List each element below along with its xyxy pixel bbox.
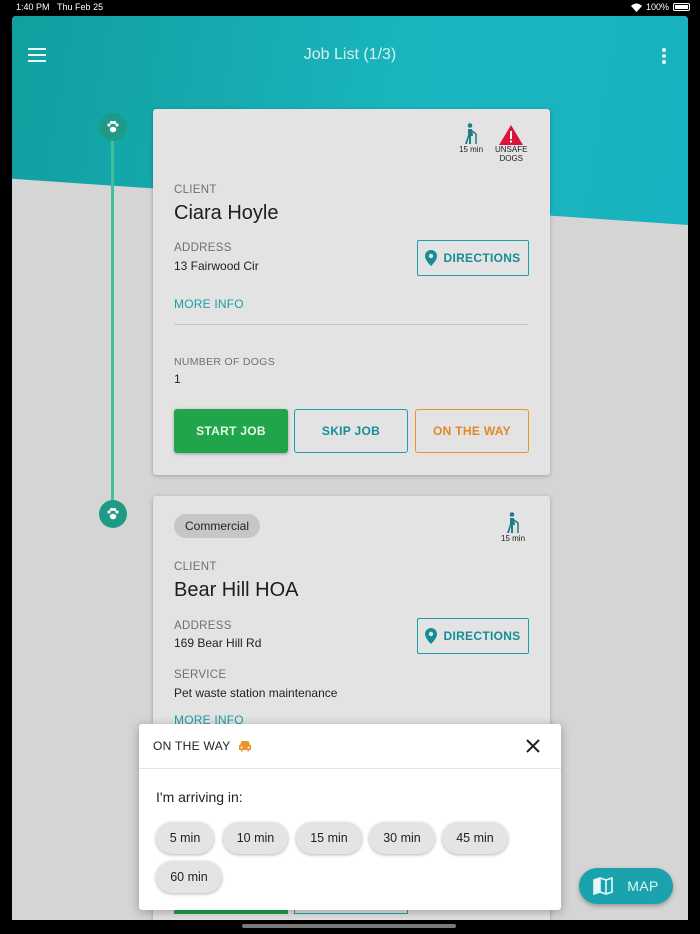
dialog-header: ON THE WAY	[139, 724, 561, 769]
divider	[174, 324, 528, 325]
address-value: 13 Fairwood Cir	[174, 259, 259, 273]
commercial-tag: Commercial	[174, 514, 261, 538]
status-bar: 1:40 PM Thu Feb 25 100%	[0, 0, 700, 14]
warning-icon	[499, 125, 524, 145]
directions-label: DIRECTIONS	[443, 629, 521, 643]
battery-percent: 100%	[645, 2, 669, 12]
time-option-10[interactable]: 10 min	[223, 822, 288, 854]
status-right: 100%	[630, 2, 690, 12]
more-info-link[interactable]: MORE INFO	[174, 297, 244, 311]
dogs-value: 1	[174, 372, 181, 386]
dialog-title: ON THE WAY	[153, 739, 231, 753]
on-the-way-dialog: ON THE WAY I'm arriving in: 5 min 10 min…	[139, 724, 561, 910]
paw-icon	[99, 113, 127, 141]
map-label: MAP	[627, 878, 659, 894]
time-option-15[interactable]: 15 min	[296, 822, 362, 854]
service-value: Pet waste station maintenance	[174, 686, 338, 700]
client-label: CLIENT	[174, 184, 217, 196]
unsafe-dogs-badge: UNSAFE DOGS	[495, 125, 527, 163]
client-name: Ciara Hoyle	[174, 202, 279, 224]
address-value: 169 Bear Hill Rd	[174, 636, 262, 650]
time-option-45[interactable]: 45 min	[442, 822, 508, 854]
location-pin-icon	[425, 628, 438, 644]
service-label: SERVICE	[174, 669, 227, 681]
battery-icon	[673, 3, 690, 11]
directions-label: DIRECTIONS	[443, 251, 521, 265]
duration-label: 15 min	[501, 534, 526, 543]
map-button[interactable]: MAP	[579, 868, 673, 904]
app-screen: Job List (1/3) 15 min UNSAFE DOGS CLIENT…	[12, 16, 688, 920]
location-pin-icon	[425, 250, 438, 266]
directions-button[interactable]: DIRECTIONS	[417, 240, 529, 276]
car-icon	[239, 741, 251, 752]
time-option-30[interactable]: 30 min	[369, 822, 435, 854]
directions-button[interactable]: DIRECTIONS	[417, 618, 529, 654]
walker-icon	[465, 123, 477, 144]
wifi-icon	[630, 3, 642, 12]
arriving-prompt: I'm arriving in:	[156, 789, 243, 805]
time-option-5[interactable]: 5 min	[156, 822, 214, 854]
walker-icon	[507, 512, 519, 533]
duration-badge: 15 min	[459, 123, 483, 154]
skip-job-button[interactable]: SKIP JOB	[294, 409, 408, 453]
duration-badge: 15 min	[501, 512, 525, 543]
time-option-60[interactable]: 60 min	[156, 861, 222, 893]
timeline-line	[111, 140, 114, 514]
dogs-label: NUMBER OF DOGS	[174, 356, 276, 368]
close-icon[interactable]	[525, 738, 541, 754]
address-label: ADDRESS	[174, 620, 232, 632]
job-card: 15 min UNSAFE DOGS CLIENT Ciara Hoyle AD…	[153, 109, 550, 475]
page-title: Job List (1/3)	[303, 46, 397, 63]
status-time: 1:40 PM Thu Feb 25	[16, 2, 104, 12]
map-icon	[593, 877, 614, 895]
address-label: ADDRESS	[174, 242, 232, 254]
more-options-icon[interactable]	[662, 48, 668, 66]
client-name: Bear Hill HOA	[174, 579, 299, 601]
paw-icon	[99, 500, 127, 528]
on-the-way-button[interactable]: ON THE WAY	[415, 409, 529, 453]
duration-label: 15 min	[459, 145, 484, 154]
unsafe-label-line1: UNSAFE	[495, 145, 528, 154]
unsafe-label-line2: DOGS	[499, 154, 523, 163]
home-indicator	[242, 924, 456, 928]
status-date: Thu Feb 25	[57, 2, 104, 12]
start-job-button[interactable]: START JOB	[174, 409, 288, 453]
client-label: CLIENT	[174, 561, 217, 573]
